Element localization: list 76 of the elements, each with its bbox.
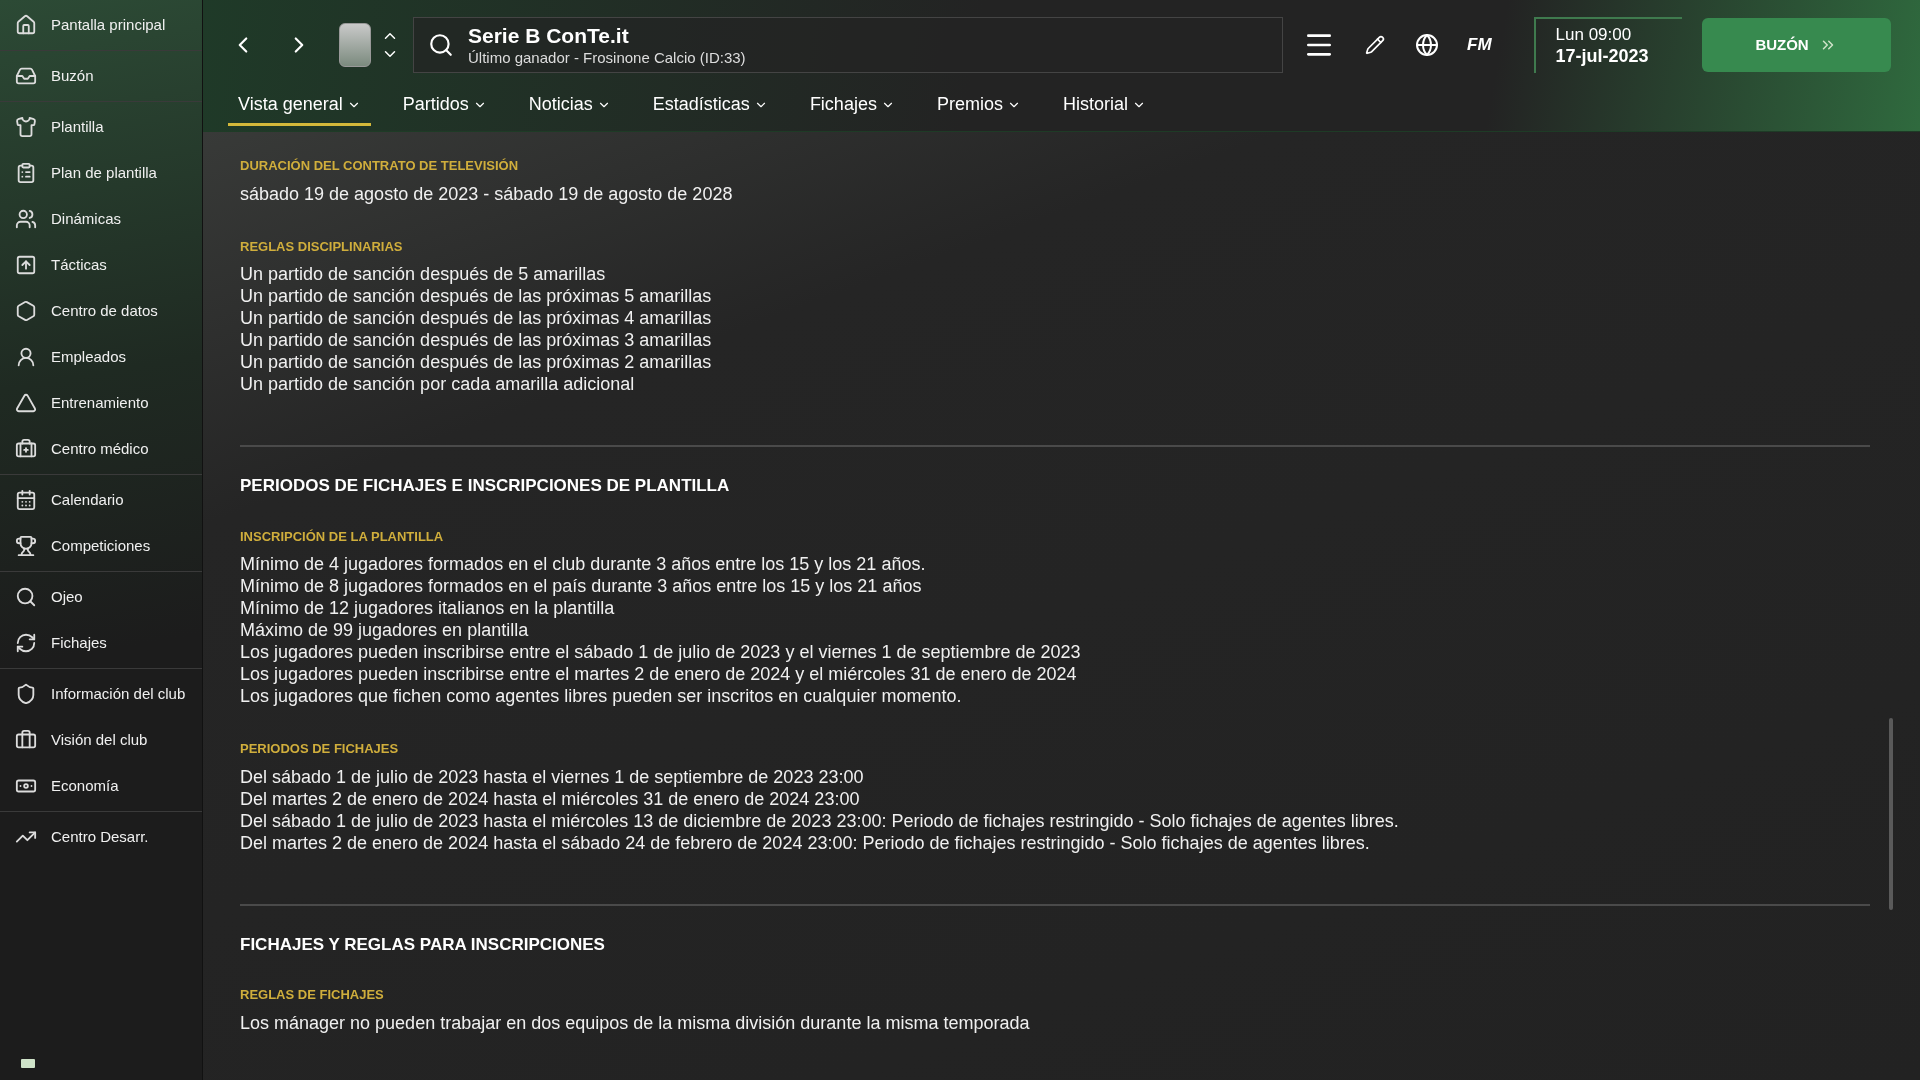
sidebar-item[interactable]: Centro Desarr. (0, 814, 202, 860)
tab[interactable]: Premios (926, 86, 1031, 126)
sidebar-item[interactable]: Empleados (0, 334, 202, 380)
sidebar-item[interactable]: Pantalla principal (0, 2, 202, 48)
competition-title-box[interactable]: Serie B ConTe.it Último ganador - Frosinone Calcio (ID:33) (413, 17, 1283, 73)
scrollbar-thumb[interactable] (1889, 718, 1893, 910)
rule-text: Un partido de sanción después de 5 amarillas (240, 263, 607, 285)
calendar-icon (15, 489, 37, 511)
sidebar-item[interactable]: Información del club (0, 671, 202, 717)
rule-text: Del martes 2 de enero de 2024 hasta el miércoles 31 de enero de 2024 23:00 (240, 787, 861, 810)
tab[interactable]: Noticias (518, 86, 621, 126)
subsection-heading: INSCRIPCIÓN DE LA PLANTILLA (240, 527, 445, 546)
rule-text: Un partido de sanción después de las próximas 5 amarillas (240, 285, 713, 307)
medical-kit-icon (15, 438, 37, 460)
globe-icon[interactable] (1415, 33, 1439, 57)
rule-text: Un partido de sanción por cada amarilla adicional (240, 373, 636, 395)
sidebar-item[interactable]: Tácticas (0, 242, 202, 288)
subsection-heading: REGLAS DISCIPLINARIAS (240, 237, 404, 256)
rule-text: Un partido de sanción después de las próximas 3 amarillas (240, 329, 713, 351)
rule-text: Del sábado 1 de julio de 2023 hasta el miércoles 13 de diciembre de 2023 23:00: Periodo de fichajes restringido - Solo fichajes de agentes libres. (240, 809, 1400, 832)
rule-text: Los mánager no pueden trabajar en dos equipos de la misma división durante la misma temporada (240, 1011, 1031, 1034)
rule-text: Los jugadores pueden inscribirse entre el sábado 1 de julio de 2023 y el viernes 1 de septiembre de 2023 (240, 641, 1082, 663)
rule-text: Del martes 2 de enero de 2024 hasta el sábado 24 de febrero de 2024 23:00: Periodo de fichajes restringido - Solo fichajes de agentes libres. (240, 831, 1371, 854)
sidebar-item[interactable]: Buzón (0, 53, 202, 99)
sidebar-item[interactable]: Centro de datos (0, 288, 202, 334)
sidebar-item[interactable]: Visión del club (0, 717, 202, 763)
rule-text: Mínimo de 12 jugadores italianos en la plantilla (240, 597, 616, 619)
hexagon-icon (15, 300, 37, 322)
rule-text: sábado 19 de agosto de 2023 - sábado 19 de agosto de 2028 (240, 182, 734, 205)
tab[interactable]: Vista general (228, 86, 371, 126)
refresh-icon (15, 632, 37, 654)
rule-text: Los jugadores pueden inscribirse entre el martes 2 de enero de 2024 y el miércoles 31 de enero de 2024 (240, 663, 1078, 685)
rule-text: Máximo de 99 jugadores en plantilla (240, 619, 530, 641)
subsection-heading: PERIODOS DE FICHAJES (240, 740, 400, 758)
sidebar-item[interactable]: Plantilla (0, 104, 202, 150)
sidebar-item[interactable]: Centro médico (0, 426, 202, 472)
rule-text: Del sábado 1 de julio de 2023 hasta el viernes 1 de septiembre de 2023 23:00 (240, 765, 865, 788)
sidebar-item[interactable]: Ojeo (0, 574, 202, 620)
arrow-board-icon (15, 254, 37, 276)
pencil-icon[interactable] (1365, 35, 1385, 55)
date-panel[interactable]: Lun 09:00 17-jul-2023 (1533, 17, 1682, 73)
tab[interactable]: Historial (1052, 86, 1156, 126)
shirt-icon (15, 116, 37, 138)
sidebar-item[interactable]: Calendario (0, 477, 202, 523)
search-icon (15, 586, 37, 608)
clipboard-icon (15, 162, 37, 184)
competition-title: Serie B ConTe.it (468, 22, 630, 49)
rule-text: Un partido de sanción después de las próximas 2 amarillas (240, 351, 713, 373)
sidebar-item[interactable]: Competiciones (0, 523, 202, 569)
rule-text: Un partido de sanción después de las próximas 4 amarillas (240, 307, 713, 329)
subsection-heading: REGLAS DE FICHAJES (240, 986, 385, 1004)
tab[interactable]: Partidos (392, 86, 497, 126)
fm-logo[interactable]: FM (1467, 32, 1492, 58)
tab[interactable]: Estadísticas (642, 86, 778, 126)
trophy-icon (15, 535, 37, 557)
search-icon (428, 32, 454, 58)
rule-text: Mínimo de 8 jugadores formados en el país durante 3 años entre los 15 y los 21 años (240, 575, 923, 597)
subsection-heading: DURACIÓN DEL CONTRATO DE TELEVISIÓN (240, 157, 520, 175)
rule-text: Mínimo de 4 jugadores formados en el club durante 3 años entre los 15 y los 21 años. (240, 553, 927, 575)
competition-subtitle: Último ganador - Frosinone Calcio (ID:33) (468, 48, 746, 68)
people-icon (15, 208, 37, 230)
house-icon (15, 14, 37, 36)
sidebar-item[interactable]: Plan de plantilla (0, 150, 202, 196)
section-title: FICHAJES Y REGLAS PARA INSCRIPCIONES (240, 933, 606, 956)
shield-icon (15, 683, 37, 705)
inbox-icon (15, 65, 37, 87)
sidebar-item[interactable]: Dinámicas (0, 196, 202, 242)
person-icon (15, 346, 37, 368)
rule-text: Los jugadores que fichen como agentes libres pueden ser inscritos en cualquier momento. (240, 685, 963, 707)
mail-button[interactable]: BUZÓN (1701, 18, 1891, 72)
tab[interactable]: Fichajes (799, 86, 905, 126)
sidebar-item[interactable]: Fichajes (0, 620, 202, 666)
sidebar-item[interactable]: Entrenamiento (0, 380, 202, 426)
briefcase-icon (15, 729, 37, 751)
section-title: PERIODOS DE FICHAJES E INSCRIPCIONES DE PLANTILLA (240, 475, 731, 497)
sidebar-item[interactable]: Economía (0, 763, 202, 809)
